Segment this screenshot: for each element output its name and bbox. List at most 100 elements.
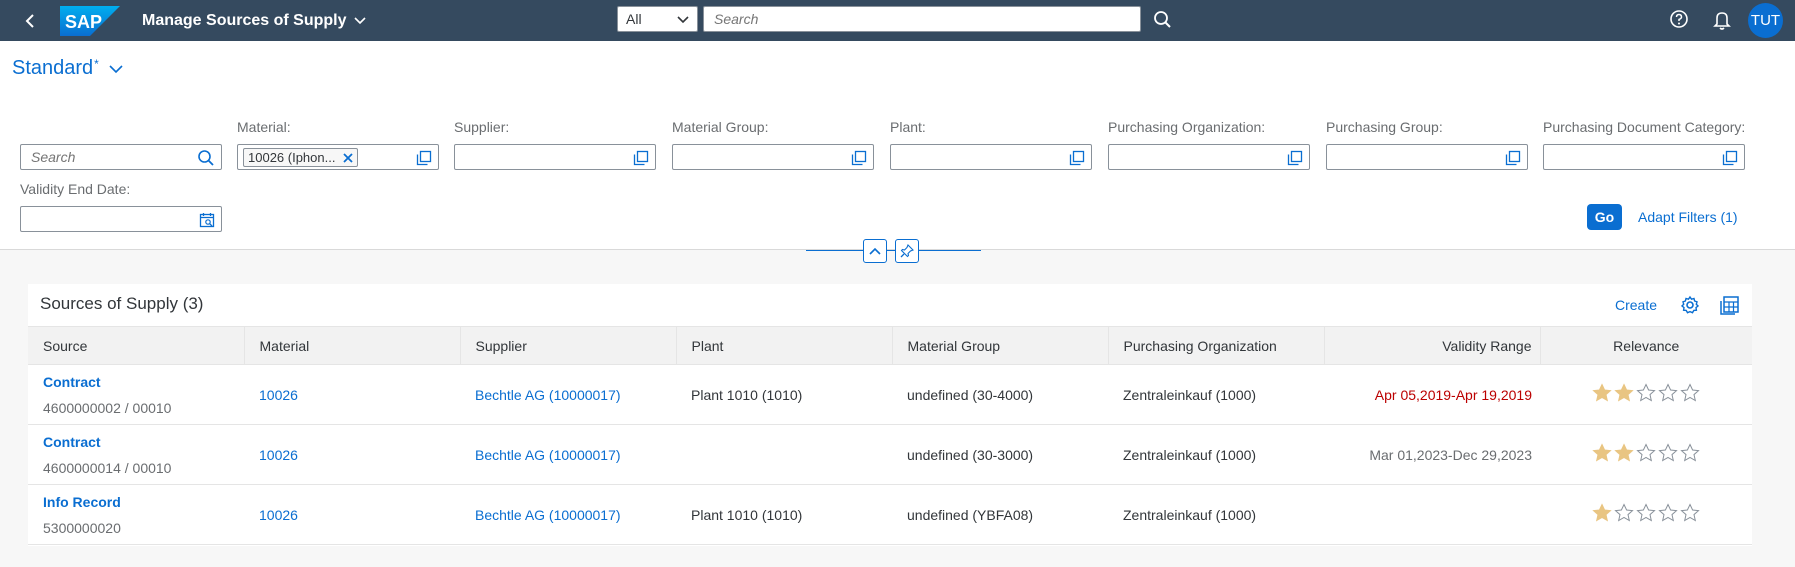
star-filled-icon <box>1614 383 1634 402</box>
supplier-link[interactable]: Bechtle AG (10000017) <box>475 507 621 523</box>
value-help-icon[interactable] <box>1069 150 1085 166</box>
sap-logo-icon: SAP <box>60 6 120 36</box>
material-filter-label: Material: <box>237 119 291 135</box>
supplier-filter-input[interactable] <box>454 144 656 170</box>
cell-material-group: undefined (30-4000) <box>892 364 1108 425</box>
cell-source: Contract 4600000002 / 00010 <box>28 364 244 425</box>
cell-supplier: Bechtle AG (10000017) <box>460 484 676 545</box>
variant-selector[interactable]: Standard * <box>12 57 123 80</box>
table-settings-button[interactable] <box>1678 293 1702 317</box>
column-header-supplier[interactable]: Supplier <box>460 326 677 365</box>
cell-relevance <box>1540 364 1752 425</box>
table-row[interactable]: Contract 4600000014 / 00010 10026 Bechtl… <box>28 424 1752 485</box>
chevron-up-icon <box>869 247 881 255</box>
star-empty-icon <box>1658 443 1678 462</box>
material-link[interactable]: 10026 <box>259 507 298 523</box>
plant-filter-input[interactable] <box>890 144 1092 170</box>
value-help-icon[interactable] <box>416 150 432 166</box>
supplier-filter-label: Supplier: <box>454 119 510 135</box>
cell-validity-range: Mar 01,2023-Dec 29,2023 <box>1324 424 1540 485</box>
cell-relevance <box>1540 424 1752 485</box>
star-empty-icon <box>1658 503 1678 522</box>
go-button[interactable]: Go <box>1587 204 1622 230</box>
material-group-filter-input[interactable] <box>672 144 874 170</box>
pin-icon <box>900 244 914 258</box>
material-filter-token[interactable]: 10026 (Iphon... <box>243 148 359 167</box>
help-button[interactable] <box>1666 8 1692 34</box>
purchasing-document-category-filter-input[interactable] <box>1543 144 1745 170</box>
material-filter-token-text: 10026 (Iphon... <box>248 150 336 165</box>
search-icon <box>1154 11 1171 28</box>
cell-plant: Plant 1010 (1010) <box>676 484 892 545</box>
app-title-menu[interactable]: Manage Sources of Supply <box>142 0 367 41</box>
notifications-button[interactable] <box>1709 8 1735 34</box>
column-header-validity-range[interactable]: Validity Range <box>1324 326 1541 365</box>
bell-icon <box>1713 12 1731 30</box>
search-button[interactable] <box>1150 8 1176 34</box>
source-type-link[interactable]: Contract <box>43 374 244 390</box>
variant-modified-marker: * <box>94 57 99 71</box>
cell-relevance <box>1540 484 1752 545</box>
supplier-link[interactable]: Bechtle AG (10000017) <box>475 447 621 463</box>
source-type-link[interactable]: Contract <box>43 434 244 450</box>
chevron-down-icon <box>677 16 689 24</box>
global-search-input[interactable] <box>703 6 1141 32</box>
purchasing-group-filter-input[interactable] <box>1326 144 1528 170</box>
collapse-header-button[interactable] <box>863 239 887 263</box>
search-icon[interactable] <box>197 149 215 167</box>
relevance-rating <box>1592 443 1700 463</box>
column-header-purchasing-organization[interactable]: Purchasing Organization <box>1108 326 1325 365</box>
chevron-down-icon <box>109 65 123 74</box>
value-help-icon[interactable] <box>1722 150 1738 166</box>
star-empty-icon <box>1614 503 1634 522</box>
material-link[interactable]: 10026 <box>259 447 298 463</box>
value-help-icon[interactable] <box>1505 150 1521 166</box>
back-button[interactable] <box>18 8 44 34</box>
cell-source: Info Record 5300000020 <box>28 484 244 545</box>
relevance-rating <box>1592 503 1700 523</box>
table-title: Sources of Supply (3) <box>40 294 204 313</box>
material-link[interactable]: 10026 <box>259 387 298 403</box>
value-help-icon[interactable] <box>851 150 867 166</box>
column-header-material-group[interactable]: Material Group <box>892 326 1109 365</box>
star-empty-icon <box>1680 503 1700 522</box>
source-number: 5300000020 <box>43 519 121 536</box>
table-row[interactable]: Info Record 5300000020 10026 Bechtle AG … <box>28 484 1752 545</box>
column-header-source[interactable]: Source <box>28 326 245 365</box>
column-header-plant[interactable]: Plant <box>676 326 893 365</box>
cell-material-group: undefined (30-3000) <box>892 424 1108 485</box>
basic-search-input[interactable] <box>21 145 191 169</box>
basic-search-field[interactable] <box>20 144 222 170</box>
supplier-link[interactable]: Bechtle AG (10000017) <box>475 387 621 403</box>
sap-logo-text: SAP <box>65 12 102 32</box>
column-header-material[interactable]: Material <box>244 326 461 365</box>
table-row[interactable]: Contract 4600000002 / 00010 10026 Bechtl… <box>28 364 1752 425</box>
help-icon <box>1670 10 1688 28</box>
source-type-link[interactable]: Info Record <box>43 494 244 510</box>
cell-source: Contract 4600000014 / 00010 <box>28 424 244 485</box>
shell-bar: SAP Manage Sources of Supply All TUT <box>0 0 1795 41</box>
export-to-spreadsheet-button[interactable] <box>1718 293 1742 317</box>
variant-name: Standard <box>12 57 94 79</box>
sap-logo[interactable]: SAP <box>60 6 120 36</box>
user-avatar[interactable]: TUT <box>1748 3 1783 38</box>
purchasing-organization-filter-input[interactable] <box>1108 144 1310 170</box>
material-filter-input[interactable]: 10026 (Iphon... <box>237 144 439 170</box>
column-header-relevance[interactable]: Relevance <box>1540 326 1752 365</box>
source-number: 4600000014 / 00010 <box>43 459 172 476</box>
relevance-rating <box>1592 383 1700 403</box>
star-empty-icon <box>1636 503 1656 522</box>
star-empty-icon <box>1658 383 1678 402</box>
purchasing-document-category-filter-label: Purchasing Document Category: <box>1543 119 1746 135</box>
value-help-icon[interactable] <box>1287 150 1303 166</box>
create-button[interactable]: Create <box>1615 292 1657 318</box>
adapt-filters-button[interactable]: Adapt Filters (1) <box>1638 204 1738 230</box>
purchasing-organization-filter-label: Purchasing Organization: <box>1108 119 1266 135</box>
pin-header-button[interactable] <box>895 239 919 263</box>
star-filled-icon <box>1592 383 1612 402</box>
validity-end-date-filter-input[interactable] <box>20 206 222 232</box>
close-icon[interactable] <box>343 152 354 163</box>
search-scope-select[interactable]: All <box>617 6 698 32</box>
value-help-icon[interactable] <box>633 150 649 166</box>
calendar-icon[interactable] <box>199 212 215 228</box>
